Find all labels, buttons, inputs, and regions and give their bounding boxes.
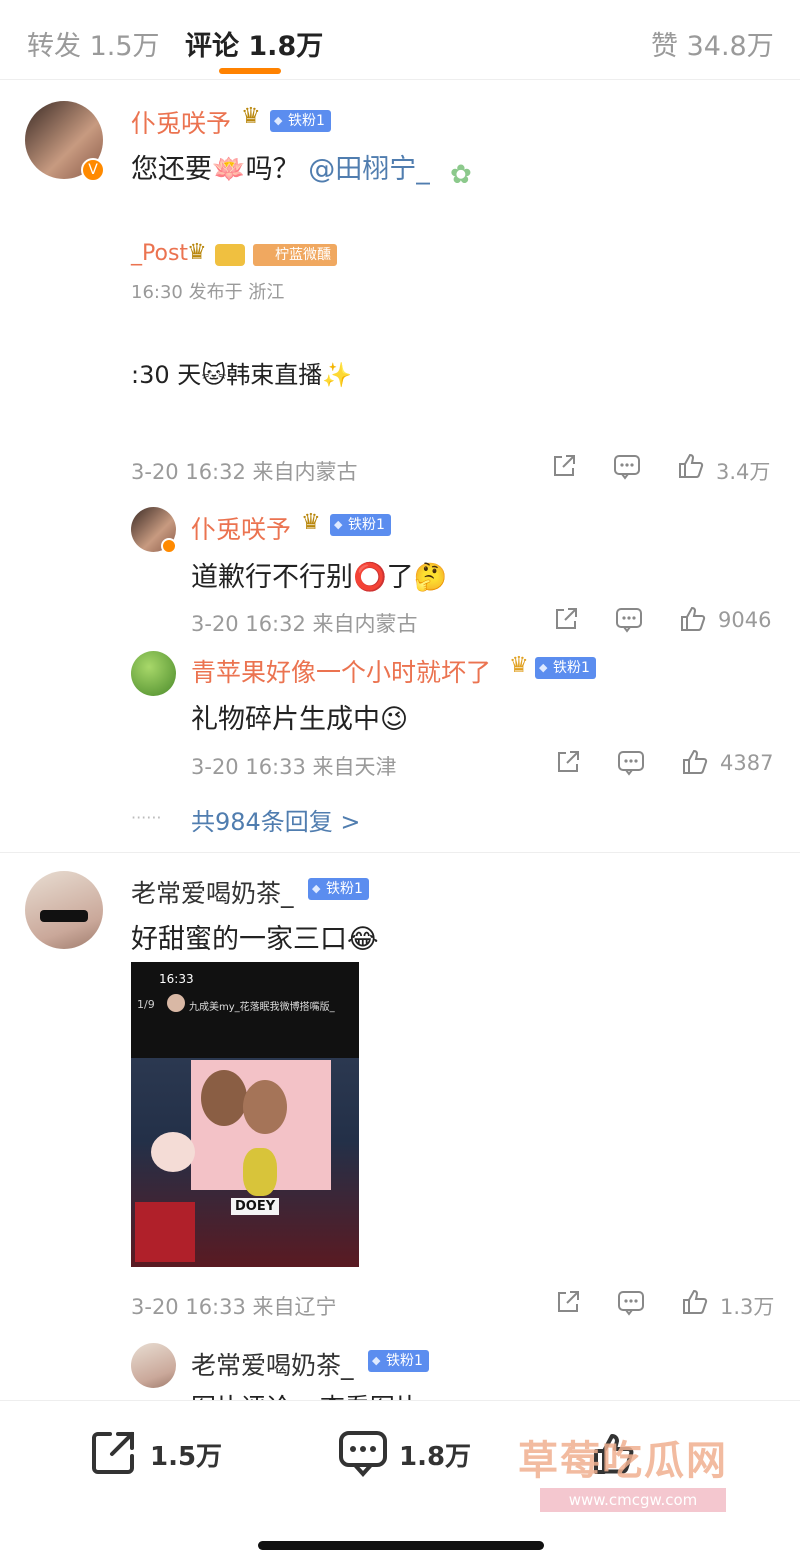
like-icon[interactable] (677, 452, 705, 480)
share-icon[interactable] (551, 453, 577, 479)
quoted-username: _Post (131, 241, 189, 266)
repost-icon[interactable] (90, 1430, 138, 1476)
watermark-url: www.cmcgw.com (540, 1488, 726, 1512)
comment-icon[interactable] (617, 750, 645, 776)
active-tab-indicator (219, 68, 281, 74)
reply-username[interactable]: 老常爱喝奶茶_ (191, 1346, 354, 1382)
sunglasses-icon (40, 910, 88, 922)
illustration-figure (201, 1070, 247, 1126)
comment-icon[interactable] (338, 1430, 388, 1478)
crown-icon: ♛ (241, 104, 261, 129)
comment-text: 好甜蜜的一家三口😂 (131, 924, 379, 955)
reply-meta: 3-20 16:33 来自天津 (191, 755, 397, 779)
avatar[interactable] (131, 1343, 176, 1388)
repost-count[interactable]: 1.5万 (150, 1436, 222, 1473)
comment-meta: 3-20 16:33 来自辽宁 (131, 1295, 337, 1319)
reply-text: 礼物碎片生成中😉 (191, 704, 409, 735)
view-all-replies-link[interactable]: 共984条回复 > (191, 802, 361, 837)
like-count: 3.4万 (716, 460, 771, 484)
share-icon[interactable] (555, 749, 581, 775)
reply-meta: 3-20 16:32 来自内蒙古 (191, 612, 418, 636)
like-icon[interactable] (681, 748, 709, 776)
flower-lamp (243, 1148, 277, 1196)
comment-meta: 3-20 16:32 来自内蒙古 (131, 460, 358, 484)
photo-status-time: 16:33 (159, 972, 194, 986)
share-icon[interactable] (553, 606, 579, 632)
like-count: 1.3万 (720, 1295, 775, 1319)
reply-username[interactable]: 仆兎咲予 (191, 510, 291, 546)
comment-icon[interactable] (615, 607, 643, 633)
quoted-badge: 柠蓝微醺 (253, 244, 337, 266)
tab-repost[interactable]: 转发 1.5万 (27, 24, 160, 63)
photo-sign: DOEY (231, 1198, 280, 1215)
home-indicator[interactable] (258, 1541, 544, 1550)
comment-photo[interactable]: 16:33 1/9 九成美my_花落眠我微博搭嘴版_ DOEY (131, 962, 359, 1267)
quoted-time: 16:30 发布于 浙江 (131, 282, 285, 303)
reply-username[interactable]: 青苹果好像一个小时就坏了 (191, 653, 491, 689)
like-count: 9046 (718, 608, 772, 632)
fan-badge: 铁粉1 (308, 878, 369, 900)
verified-icon (161, 538, 177, 554)
photo-page-indicator: 1/9 (137, 998, 155, 1011)
fan-badge: 铁粉1 (330, 514, 391, 536)
comment-icon[interactable] (617, 1290, 645, 1316)
comment-count[interactable]: 1.8万 (399, 1436, 471, 1473)
fan-badge: 铁粉1 (535, 657, 596, 679)
avatar[interactable] (131, 651, 176, 696)
crown-icon: ♛ (301, 510, 321, 535)
tab-likes[interactable]: 赞 34.8万 (651, 24, 774, 63)
comment-icon[interactable] (613, 454, 641, 480)
like-icon[interactable] (681, 1288, 709, 1316)
crown-icon: ♛ (187, 240, 207, 265)
illustration-figure (243, 1080, 287, 1134)
fan-badge: 铁粉1 (368, 1350, 429, 1372)
verified-icon: V (81, 158, 105, 182)
more-dots: ······ (131, 808, 162, 827)
like-count: 4387 (720, 751, 774, 775)
reply-text: 道歉行不行别⭕了🤔 (191, 562, 448, 593)
comment-username[interactable]: 仆兎咲予 (131, 104, 231, 140)
crown-icon: ♛ (509, 653, 529, 678)
comment-text-main: 您还要🪷吗？ (131, 154, 300, 185)
comment-username[interactable]: 老常爱喝奶茶_ (131, 874, 294, 910)
mention-link[interactable]: @田栩宁_ (308, 154, 430, 185)
watermark-text: 草莓吃瓜网 (518, 1438, 728, 1484)
divider (0, 852, 800, 853)
gift-box (135, 1202, 195, 1262)
clover-sticker-icon: ✿ (450, 160, 472, 190)
level-badge-icon (215, 244, 245, 266)
quoted-text: :30 天🐱韩束直播✨ (131, 361, 353, 389)
comment-text: 您还要🪷吗？ @田栩宁_ (131, 147, 430, 186)
plush-toy (151, 1132, 195, 1172)
like-icon[interactable] (679, 605, 707, 633)
fan-badge: 铁粉1 (270, 110, 331, 132)
tab-comments[interactable]: 评论 1.8万 (185, 24, 323, 63)
tab-bar: 转发 1.5万 评论 1.8万 赞 34.8万 (0, 0, 800, 80)
photo-title: 九成美my_花落眠我微博搭嘴版_ (189, 1002, 335, 1013)
share-icon[interactable] (555, 1289, 581, 1315)
photo-avatar (167, 994, 185, 1012)
